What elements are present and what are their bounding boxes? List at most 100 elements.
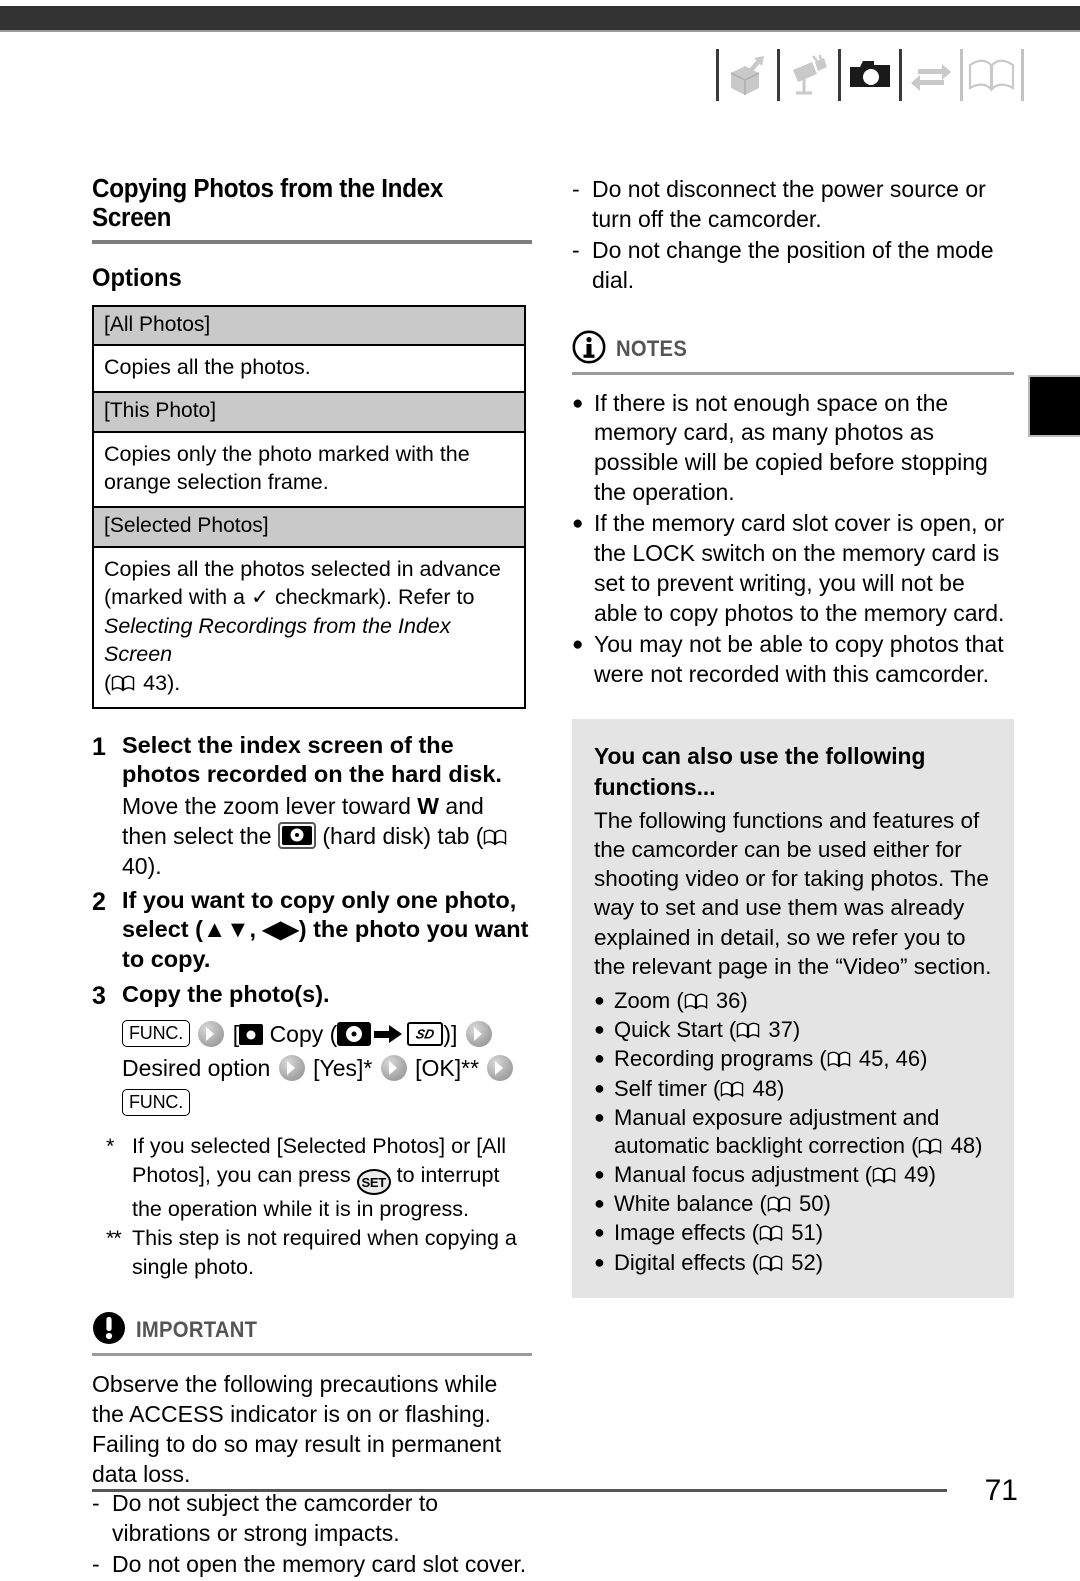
step-2-title: If you want to copy only one photo, sele…: [122, 886, 529, 972]
continued-item: - Do not disconnect the power source or …: [572, 175, 1014, 235]
step-2: 2 If you want to copy only one photo, se…: [92, 886, 532, 977]
notes-item-text: If the memory card slot cover is open, o…: [594, 510, 1005, 626]
top-bar: [0, 6, 1080, 32]
book-reference-icon: [111, 671, 135, 692]
step-1-text-end: ).: [147, 852, 162, 879]
continued-item: - Do not change the position of the mode…: [572, 236, 1014, 296]
book-reference-icon: [736, 1018, 760, 1039]
notes-item: ● If the memory card slot cover is open,…: [572, 509, 1014, 629]
sequence-arrow-icon: [198, 1020, 225, 1047]
important-item-text: Do not subject the camcorder to vibratio…: [112, 1490, 438, 1547]
function-item-body: Image effects ( 51): [614, 1220, 824, 1246]
bullet-marker: ●: [594, 1106, 605, 1127]
selected-desc-post: ).: [167, 671, 181, 696]
function-item-body: Quick Start ( 37): [614, 1017, 801, 1043]
right-column: - Do not disconnect the power source or …: [572, 175, 1014, 1298]
option-desc-this-photo: Copies only the photo marked with the or…: [94, 433, 524, 508]
function-item-body: Recording programs ( 45, 46): [614, 1046, 928, 1072]
function-label: Manual exposure adjustment and automatic…: [614, 1104, 940, 1158]
function-label: Quick Start: [614, 1017, 723, 1043]
function-page: 45, 46: [858, 1046, 921, 1072]
function-page: 51: [791, 1220, 816, 1246]
option-label-this-photo: [This Photo]: [94, 392, 524, 433]
sequence-arrow-icon: [380, 1055, 407, 1082]
step-1-text-pre: Move the zoom lever toward: [122, 792, 418, 819]
page-number: 71: [984, 1474, 1018, 1507]
continued-precautions-list: - Do not disconnect the power source or …: [572, 175, 1014, 296]
book-reference-icon: [767, 1192, 791, 1213]
sd-card-icon: [407, 1021, 444, 1046]
bullet-marker: ●: [594, 1193, 605, 1214]
function-item: ● Self timer ( 48): [594, 1075, 992, 1103]
bullet-marker: ●: [594, 1164, 605, 1185]
notes-underline: [572, 371, 1014, 375]
function-label: Recording programs: [614, 1046, 814, 1072]
unpack-box-icon: [719, 47, 777, 103]
bullet-marker: ●: [572, 392, 584, 414]
step-1: 1 Select the index screen of the photos …: [92, 731, 532, 882]
notes-item: ● If there is not enough space on the me…: [572, 389, 1014, 509]
important-header: IMPORTANT: [92, 1311, 532, 1350]
footnote-2: ** This step is not required when copyin…: [106, 1224, 532, 1281]
copy-label: Copy: [269, 1020, 324, 1047]
paren-open: (: [104, 671, 112, 696]
additional-functions-title: You can also use the following functions…: [594, 743, 926, 800]
yes-option[interactable]: [Yes]*: [313, 1055, 372, 1081]
step-3-title: Copy the photo(s).: [122, 981, 330, 1008]
function-label: Manual focus adjustment: [614, 1162, 859, 1188]
footer-rule: [92, 1489, 947, 1492]
function-label: Digital effects: [614, 1249, 746, 1275]
important-item: - Do not open the memory card slot cover…: [92, 1550, 532, 1580]
step-1-text-post: (hard disk) tab (: [316, 822, 484, 849]
dash-marker: -: [572, 236, 580, 263]
step-1-text: Move the zoom lever toward W and then se…: [122, 792, 532, 882]
notes-callout: NOTES ● If there is not enough space on …: [572, 330, 1014, 690]
important-label: IMPORTANT: [136, 1317, 258, 1343]
function-page: 36: [715, 988, 741, 1014]
bullet-marker: ●: [594, 1251, 605, 1272]
book-reference-icon: [872, 1163, 896, 1184]
function-page: 37: [768, 1017, 793, 1043]
functions-list: ● Zoom ( 36) ● Quick Start ( 37) ● Recor…: [594, 987, 992, 1277]
step-3-body: Copy the photo(s).: [122, 980, 532, 1013]
info-icon: [572, 330, 606, 369]
important-item-text: Do not open the memory card slot cover.: [112, 1551, 527, 1578]
footnotes: * If you selected [Selected Photos] or […: [106, 1132, 532, 1281]
option-desc-selected-photos: Copies all the photos selected in advanc…: [94, 548, 524, 707]
important-paragraph: Observe the following precautions while …: [92, 1370, 502, 1487]
step-2-body: If you want to copy only one photo, sele…: [122, 886, 532, 977]
important-callout: IMPORTANT Observe the following precauti…: [92, 1311, 532, 1580]
edge-tab-marker: [1028, 375, 1080, 437]
ok-option[interactable]: [OK]**: [415, 1055, 479, 1081]
notes-list: ● If there is not enough space on the me…: [572, 389, 1014, 690]
bullet-marker: ●: [594, 1048, 605, 1069]
function-page: 52: [791, 1249, 816, 1275]
footnote-1: * If you selected [Selected Photos] or […: [106, 1132, 532, 1223]
book-reference-icon: [918, 1134, 942, 1155]
options-table: [All Photos] Copies all the photos. [Thi…: [92, 304, 526, 709]
sequence-arrow-icon: [465, 1020, 492, 1047]
bullet-marker: ●: [572, 513, 584, 535]
exclamation-icon: [92, 1311, 126, 1350]
function-label: Image effects: [614, 1220, 746, 1246]
func-button[interactable]: FUNC.: [122, 1019, 190, 1048]
function-item: ● Digital effects ( 52): [594, 1249, 992, 1277]
book-reference-icon: [759, 1221, 783, 1242]
page-title: Copying Photos from the Index Screen: [92, 175, 444, 233]
header-icon-strip: [716, 46, 1024, 104]
set-button-icon[interactable]: SET: [356, 1168, 391, 1195]
copy-direction-arrow-icon: [374, 1024, 404, 1044]
paren-open: (: [329, 1020, 338, 1047]
selected-desc-mid: checkmark). Refer to: [268, 585, 475, 610]
icon-separator: [1021, 49, 1024, 101]
left-column: Copying Photos from the Index Screen Opt…: [92, 175, 532, 1581]
dash-marker: -: [92, 1551, 100, 1578]
function-label: White balance: [614, 1191, 754, 1217]
bracket-close: )]: [443, 1020, 458, 1047]
option-label-all-photos: [All Photos]: [94, 306, 524, 347]
book-reference-icon: [483, 824, 507, 846]
notes-item: ● You may not be able to copy photos tha…: [572, 630, 1014, 690]
function-page: 48: [950, 1132, 976, 1158]
book-reference-icon: [720, 1077, 744, 1098]
func-button-end[interactable]: FUNC.: [122, 1088, 190, 1117]
